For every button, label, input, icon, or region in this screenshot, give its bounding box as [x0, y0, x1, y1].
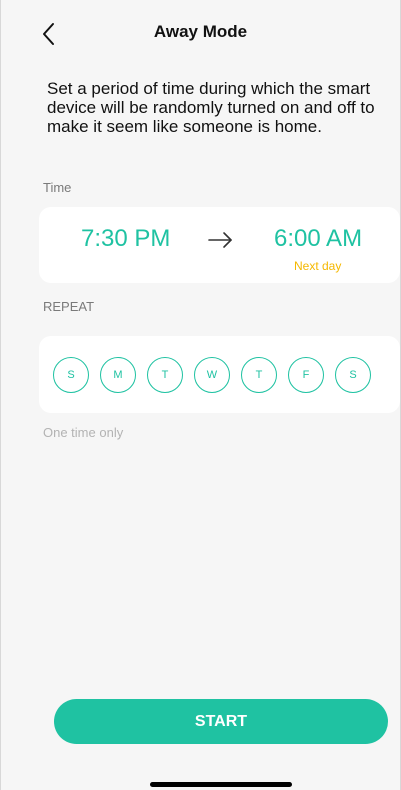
- day-button-sunday[interactable]: S: [53, 357, 89, 393]
- day-button-friday[interactable]: F: [288, 357, 324, 393]
- day-button-thursday[interactable]: T: [241, 357, 277, 393]
- nav-bar: Away Mode: [1, 0, 400, 66]
- time-section-label: Time: [43, 180, 72, 195]
- away-mode-screen: Away Mode Set a period of time during wh…: [0, 0, 401, 790]
- start-button[interactable]: START: [54, 699, 388, 744]
- day-button-monday[interactable]: M: [100, 357, 136, 393]
- start-time[interactable]: 7:30 PM: [81, 225, 170, 253]
- repeat-card: S M T W T F S: [39, 336, 400, 413]
- day-button-tuesday[interactable]: T: [147, 357, 183, 393]
- repeat-hint: One time only: [43, 425, 124, 440]
- day-button-saturday[interactable]: S: [335, 357, 371, 393]
- end-time[interactable]: 6:00 AM: [274, 225, 362, 253]
- arrow-right-icon: [208, 232, 232, 248]
- next-day-note: Next day: [294, 259, 342, 273]
- page-title: Away Mode: [153, 22, 248, 41]
- repeat-section-label: REPEAT: [43, 299, 95, 314]
- days-row: S M T W T F S: [53, 357, 371, 393]
- time-card: 7:30 PM 6:00 AM Next day: [39, 207, 400, 283]
- day-button-wednesday[interactable]: W: [194, 357, 230, 393]
- description-text: Set a period of time during which the sm…: [47, 79, 375, 136]
- home-indicator: [150, 782, 292, 787]
